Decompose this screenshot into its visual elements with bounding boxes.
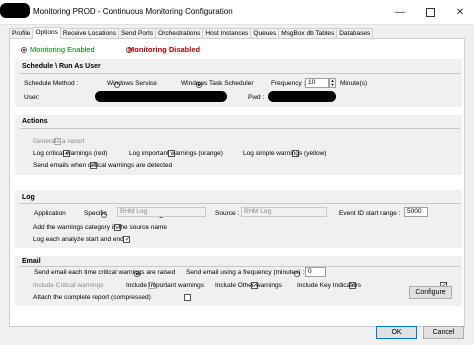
log-application-label[interactable]: Application: [34, 210, 66, 217]
send-emails-label[interactable]: Send emails when critical warnings are d…: [33, 162, 172, 169]
email-divider: [20, 266, 460, 267]
attach-report-checkbox[interactable]: [184, 294, 192, 301]
close-icon[interactable]: ✕: [445, 0, 474, 24]
log-name-input[interactable]: BHM Log: [117, 207, 206, 217]
task-scheduler-label[interactable]: Windows Task Scheduler: [181, 80, 254, 87]
monitoring-enabled-radio[interactable]: [21, 46, 27, 53]
log-divider: [20, 203, 460, 204]
maximize-icon[interactable]: [415, 0, 445, 24]
generate-report-label[interactable]: Generate a report: [33, 138, 84, 145]
frequency-label: Frequency :: [271, 80, 306, 87]
event-id-label: Event ID start range :: [339, 210, 401, 217]
user-field-redacted[interactable]: [95, 91, 227, 102]
email-section-title: Email: [22, 258, 41, 265]
schedule-section-title: Schedule \ Run As User: [22, 63, 101, 70]
add-category-label[interactable]: Add the warnings category in the source …: [33, 224, 167, 231]
monitoring-enabled-label[interactable]: Monitoring Enabled: [30, 45, 95, 54]
cancel-button[interactable]: Cancel: [423, 326, 464, 339]
frequency-spinner[interactable]: ▲ ▼: [329, 78, 336, 88]
source-label: Source :: [215, 210, 240, 217]
source-input[interactable]: BHM Log: [241, 207, 327, 217]
app-icon: [0, 3, 30, 18]
log-each-checkbox[interactable]: [123, 236, 131, 243]
send-frequency-label[interactable]: Send email using a frequency (minutes) :: [186, 269, 304, 276]
schedule-method-label: Schedule Method :: [24, 80, 79, 87]
email-frequency-input[interactable]: 0: [305, 267, 326, 277]
monitoring-disabled-label[interactable]: Monitoring Disabled: [128, 45, 200, 54]
log-important-label[interactable]: Log important warnings (orange): [129, 150, 223, 157]
frequency-unit: Minute(s): [340, 80, 368, 87]
include-other-label[interactable]: Include Other warnings: [215, 282, 282, 289]
ok-button[interactable]: OK: [376, 326, 417, 339]
schedule-divider: [20, 73, 460, 74]
pwd-field-redacted[interactable]: [268, 91, 336, 102]
actions-divider: [20, 128, 460, 129]
event-id-input[interactable]: 5000: [404, 207, 428, 217]
include-key-label[interactable]: Include Key Indicators: [297, 282, 361, 289]
frequency-input[interactable]: 10: [305, 78, 329, 88]
log-critical-label[interactable]: Log critical warnings (red): [33, 150, 107, 157]
tab-options[interactable]: Options: [32, 27, 61, 39]
user-label: User:: [24, 94, 40, 101]
log-simple-label[interactable]: Log simple warnings (yellow): [243, 150, 326, 157]
include-critical-label[interactable]: Include Critical warnings: [33, 282, 103, 289]
attach-report-label[interactable]: Attach the complete report (compressed): [33, 294, 151, 301]
minimize-icon[interactable]: —: [385, 0, 415, 24]
include-important-label[interactable]: Include Important warnings: [126, 282, 204, 289]
send-each-time-label[interactable]: Send email each time critical warnings a…: [34, 269, 175, 276]
actions-section-title: Actions: [22, 118, 48, 125]
log-each-label[interactable]: Log each analyze start and end: [33, 236, 124, 243]
window-title: Monitoring PROD - Continuous Monitoring …: [33, 7, 233, 16]
log-section-title: Log: [22, 194, 35, 201]
windows-service-label[interactable]: Windows Service: [107, 80, 157, 87]
tab-strip: Profile Options Receive Locations Send P…: [9, 27, 374, 39]
pwd-label: Pwd :: [248, 94, 265, 101]
log-specific-label[interactable]: Specific: [84, 210, 107, 217]
configure-button[interactable]: Configure: [409, 286, 452, 299]
